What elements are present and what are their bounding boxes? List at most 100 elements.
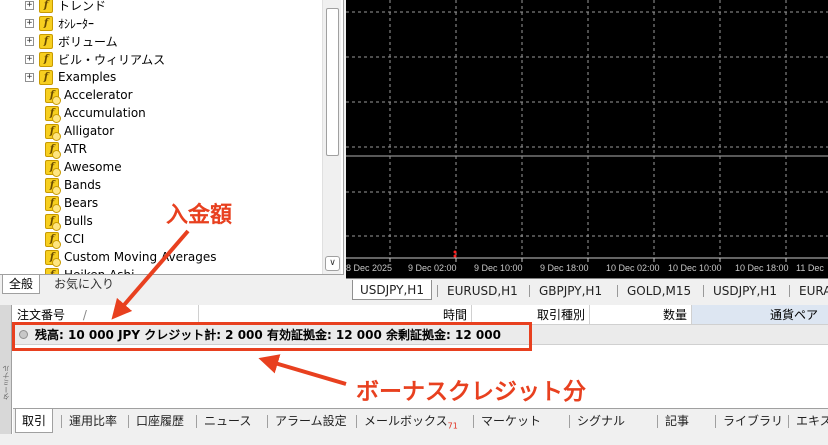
expand-icon[interactable]: + bbox=[25, 0, 34, 10]
navigator-item[interactable]: + f トレンド bbox=[0, 0, 322, 14]
tab-separator bbox=[789, 285, 790, 297]
terminal-tab[interactable]: 運用比率 bbox=[63, 409, 123, 433]
terminal-tab[interactable]: メールボックス71 bbox=[358, 409, 464, 433]
scroll-down-icon[interactable]: ∨ bbox=[325, 256, 340, 271]
chart-area[interactable]: 8 Dec 2025 9 Dec 02:00 9 Dec 10:00 9 Dec 18… bbox=[346, 0, 828, 278]
tab-separator bbox=[128, 415, 129, 428]
navigator-item[interactable]: + f Examples bbox=[0, 68, 322, 86]
navigator-item[interactable]: f Alligator bbox=[0, 122, 322, 141]
navigator-item[interactable]: f Bands bbox=[0, 176, 322, 195]
terminal-tab[interactable]: 記事 bbox=[659, 409, 695, 433]
indicator-icon: f bbox=[45, 249, 61, 267]
navigator-item-label: Accumulation bbox=[64, 106, 146, 120]
navigator-item-label: Examples bbox=[58, 70, 117, 84]
navigator-item[interactable]: f Bulls bbox=[0, 212, 322, 231]
terminal-tab[interactable]: エキスパート bbox=[790, 409, 828, 433]
terminal-sidebar[interactable]: ターミナル bbox=[0, 305, 12, 445]
indicator-icon: f bbox=[45, 213, 61, 231]
chart-tab[interactable]: GBPJPY,H1 bbox=[532, 281, 609, 301]
navigator-item-label: CCI bbox=[64, 232, 85, 246]
chart-tab[interactable]: USDJPY,H1 bbox=[706, 281, 784, 301]
chart-tab[interactable]: GOLD,M15 bbox=[620, 281, 698, 301]
time-axis-label: 9 Dec 10:00 bbox=[474, 263, 523, 273]
navigator-tree: + f トレンド + f ｵｼﾚｰﾀｰ + f ボリューム + f ビル・ウィリアムス + f Exampl… bbox=[0, 0, 322, 274]
indicator-icon: f bbox=[45, 123, 61, 141]
terminal-tab-label: 口座履歴 bbox=[136, 414, 185, 428]
chart-tab[interactable]: USDJPY,H1 bbox=[352, 280, 432, 300]
status-strip bbox=[0, 434, 828, 445]
terminal-tab[interactable]: マーケット bbox=[475, 409, 547, 433]
terminal-tab[interactable]: ニュース bbox=[198, 409, 257, 433]
terminal-tabs: 取引 運用比率 口座履歴 ニュース アラーム設定 メールボックス71 マーケット シグナル 記事… bbox=[13, 408, 828, 434]
time-axis-label: 9 Dec 18:00 bbox=[540, 263, 589, 273]
navigator-item[interactable]: + f ビル・ウィリアムス bbox=[0, 50, 322, 68]
terminal-tab-label: ニュース bbox=[204, 414, 252, 428]
balance-highlight-box bbox=[12, 322, 532, 351]
tab-separator bbox=[569, 415, 570, 428]
expand-icon[interactable]: + bbox=[25, 36, 34, 46]
tab-separator bbox=[267, 415, 268, 428]
navigator-item[interactable]: f Bears bbox=[0, 194, 322, 213]
chart-canvas[interactable]: 8 Dec 2025 9 Dec 02:00 9 Dec 10:00 9 Dec 18… bbox=[346, 0, 828, 278]
terminal-tab[interactable]: シグナル bbox=[571, 409, 631, 433]
tab-separator bbox=[703, 285, 704, 297]
terminal-tab[interactable]: アラーム設定 bbox=[269, 409, 353, 433]
navigator-item[interactable]: f Accelerator bbox=[0, 86, 322, 105]
terminal-tab-label: 記事 bbox=[665, 414, 690, 428]
navigator-item[interactable]: f Custom Moving Averages bbox=[0, 248, 322, 267]
tab-separator bbox=[473, 415, 474, 428]
indicator-folder-icon: f bbox=[39, 33, 53, 49]
annotation-bonus-credit: ボーナスクレジット分 bbox=[356, 379, 586, 405]
navigator-scrollbar[interactable]: ∨ bbox=[322, 0, 341, 274]
expand-icon[interactable]: + bbox=[25, 72, 34, 82]
navigator-item-label: トレンド bbox=[58, 0, 107, 13]
chart-tabs: USDJPY,H1 EURUSD,H1 GBPJPY,H1 GOLD,M15 USDJP… bbox=[346, 278, 828, 302]
indicator-icon: f bbox=[45, 195, 61, 213]
terminal-tab-label: 運用比率 bbox=[69, 414, 118, 428]
navigator-item-label: Alligator bbox=[64, 124, 115, 138]
column-header-volume[interactable]: 数量 bbox=[590, 305, 692, 324]
terminal-tab-label: マーケット bbox=[481, 414, 542, 428]
tab-general[interactable]: 全般 bbox=[2, 275, 41, 294]
indicator-icon: f bbox=[45, 177, 61, 195]
indicator-folder-icon: f bbox=[39, 15, 53, 31]
indicator-icon: f bbox=[45, 105, 61, 123]
expand-icon[interactable]: + bbox=[25, 54, 34, 64]
column-header-order-label: 注文番号 bbox=[17, 308, 66, 322]
chart-tab[interactable]: EURA bbox=[792, 281, 828, 301]
column-header-symbol[interactable]: 通貨ペア bbox=[692, 305, 828, 324]
terminal-tab[interactable]: 口座履歴 bbox=[130, 409, 190, 433]
navigator-item[interactable]: fHeiken Ashi bbox=[0, 266, 322, 274]
time-axis-label: 9 Dec 02:00 bbox=[408, 263, 457, 273]
terminal-tab[interactable]: 取引 bbox=[15, 409, 54, 433]
sort-icon: / bbox=[82, 308, 87, 322]
navigator-item[interactable]: + f ボリューム bbox=[0, 32, 322, 50]
tab-favorites[interactable]: お気に入り bbox=[48, 275, 120, 294]
navigator-item-label: Bulls bbox=[64, 214, 93, 228]
tab-separator bbox=[657, 415, 658, 428]
indicator-folder-icon: f bbox=[39, 51, 53, 67]
time-axis-label: 8 Dec 2025 bbox=[346, 263, 392, 273]
navigator-item[interactable]: f ATR bbox=[0, 140, 322, 159]
indicator-icon: f bbox=[45, 141, 61, 159]
expand-icon[interactable]: + bbox=[25, 18, 34, 28]
terminal-tab-label: メールボックス bbox=[364, 414, 448, 428]
navigator-item-label: Custom Moving Averages bbox=[64, 250, 217, 264]
navigator-item[interactable]: f CCI bbox=[0, 230, 322, 249]
indicator-icon: f bbox=[45, 159, 61, 177]
navigator-item[interactable]: f Awesome bbox=[0, 158, 322, 177]
terminal-sidebar-label: ターミナル bbox=[2, 365, 10, 400]
navigator-panel: + f トレンド + f ｵｼﾚｰﾀｰ + f ボリューム + f ビル・ウィリアムス + f Exampl… bbox=[0, 0, 344, 294]
chart-marker bbox=[453, 254, 457, 258]
chart-tab[interactable]: EURUSD,H1 bbox=[440, 281, 525, 301]
scrollbar-thumb[interactable] bbox=[326, 8, 339, 156]
tab-separator bbox=[529, 285, 530, 297]
time-axis-label: 10 Dec 02:00 bbox=[606, 263, 660, 273]
navigator-item[interactable]: + f ｵｼﾚｰﾀｰ bbox=[0, 14, 322, 32]
navigator-item[interactable]: f Accumulation bbox=[0, 104, 322, 123]
tab-separator bbox=[617, 285, 618, 297]
navigator-item-label: Bears bbox=[64, 196, 99, 210]
tab-separator bbox=[788, 415, 789, 428]
indicator-folder-icon: f bbox=[39, 69, 53, 85]
terminal-tab[interactable]: ライブラリ bbox=[717, 409, 789, 433]
